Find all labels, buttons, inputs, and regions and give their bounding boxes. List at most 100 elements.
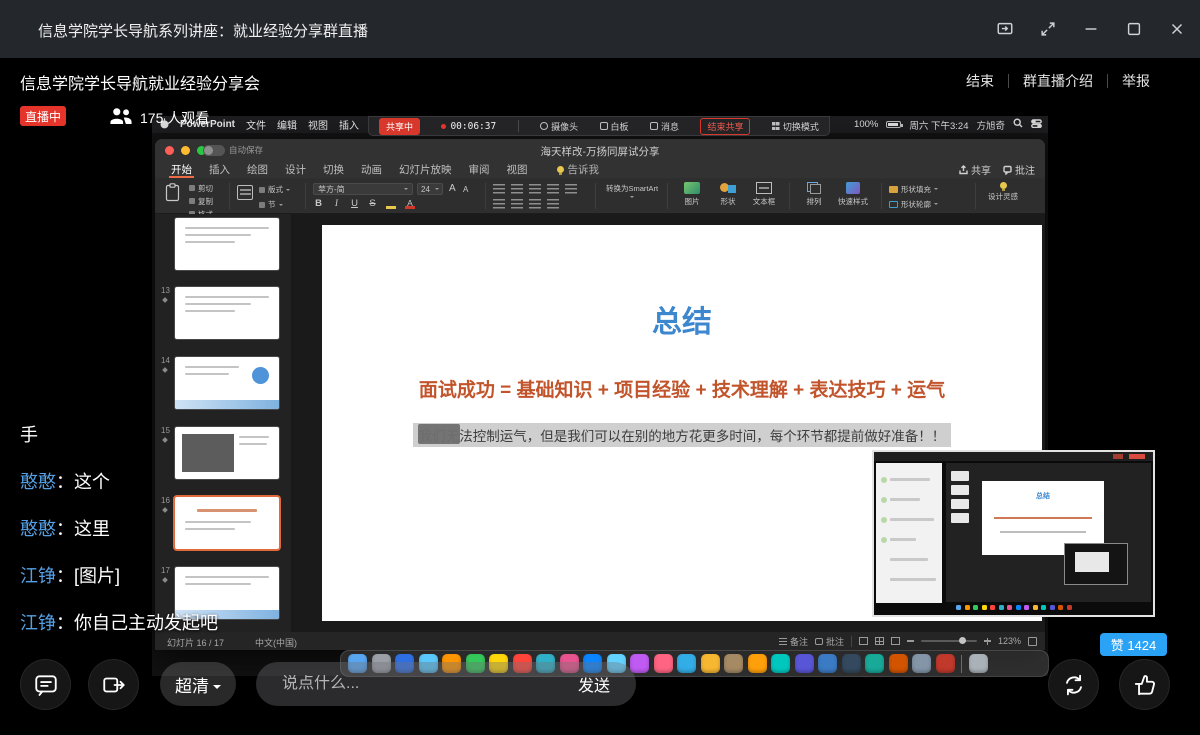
underline-button[interactable]: U — [349, 198, 360, 209]
language-indicator[interactable]: 中文(中国) — [255, 636, 297, 649]
menu-item-view[interactable]: 视图 — [308, 117, 328, 132]
cut-button[interactable]: 剪切 — [189, 183, 213, 194]
highlight-color-button[interactable] — [385, 198, 397, 209]
dock-app-icon[interactable] — [748, 654, 767, 673]
dock-app-icon[interactable] — [818, 654, 837, 673]
dock-app-icon[interactable] — [936, 654, 955, 673]
tell-me-button[interactable]: 告诉我 — [557, 162, 600, 177]
indent-decrease-icon[interactable] — [529, 184, 541, 194]
minimize-icon[interactable] — [1082, 20, 1100, 38]
maximize-icon[interactable] — [1125, 20, 1143, 38]
convert-smartart-button[interactable]: 转换为SmartArt — [603, 184, 661, 200]
refresh-switch-button[interactable] — [1048, 659, 1099, 710]
tab-animations[interactable]: 动画 — [359, 161, 384, 178]
ppt-share-button[interactable]: 共享 — [959, 162, 991, 177]
tab-view[interactable]: 视图 — [505, 161, 530, 178]
close-window-button[interactable] — [165, 146, 174, 155]
section-button[interactable]: 节 — [259, 199, 290, 210]
tab-transitions[interactable]: 切换 — [321, 161, 346, 178]
font-family-select[interactable]: 苹方-简 — [313, 183, 413, 195]
pip-mode-icon[interactable] — [996, 20, 1014, 38]
stream-intro-button[interactable]: 群直播介绍 — [1023, 71, 1093, 91]
design-ideas-button[interactable]: 设计灵感 — [983, 182, 1023, 202]
dock-app-icon[interactable] — [654, 654, 673, 673]
dock-app-icon[interactable] — [795, 654, 814, 673]
chat-input[interactable] — [256, 675, 578, 693]
insert-shapes-button[interactable]: 形状 — [711, 182, 745, 207]
dock-app-icon[interactable] — [865, 654, 884, 673]
dock-app-icon[interactable] — [630, 654, 649, 673]
insert-textbox-button[interactable]: 文本框 — [747, 182, 781, 207]
slide-thumbnail-12[interactable] — [175, 218, 279, 270]
ppt-comments-button[interactable]: 批注 — [1003, 162, 1035, 177]
dock-app-icon[interactable] — [912, 654, 931, 673]
messages-button[interactable]: 消息 — [650, 120, 679, 133]
align-center-icon[interactable] — [511, 199, 523, 209]
fit-to-window-icon[interactable] — [1028, 637, 1037, 646]
justify-icon[interactable] — [547, 199, 559, 209]
zoom-in-icon[interactable] — [984, 638, 991, 645]
shrink-font-button[interactable]: A — [463, 185, 468, 194]
menu-item-insert[interactable]: 插入 — [339, 117, 359, 132]
menu-item-edit[interactable]: 编辑 — [277, 117, 297, 132]
slide-thumbnail-13[interactable] — [175, 287, 279, 339]
search-icon[interactable] — [1013, 118, 1023, 131]
slide-sorter-view-icon[interactable] — [875, 637, 884, 645]
tab-home[interactable]: 开始 — [169, 161, 194, 178]
whiteboard-button[interactable]: 白板 — [600, 120, 629, 133]
shape-fill-button[interactable]: 形状填充 — [889, 184, 938, 195]
pip-preview[interactable]: 总结 — [872, 450, 1155, 617]
tab-design[interactable]: 设计 — [283, 161, 308, 178]
bullet-list-icon[interactable] — [493, 184, 505, 194]
tab-review[interactable]: 审阅 — [467, 161, 492, 178]
copy-button[interactable]: 复制 — [189, 196, 213, 207]
close-icon[interactable] — [1168, 20, 1186, 38]
paste-button[interactable] — [165, 183, 180, 204]
dock-app-icon[interactable] — [701, 654, 720, 673]
numbered-list-icon[interactable] — [511, 184, 523, 194]
report-button[interactable]: 举报 — [1122, 71, 1150, 91]
indent-increase-icon[interactable] — [547, 184, 559, 194]
comments-toggle[interactable]: 批注 — [815, 635, 844, 648]
new-slide-button[interactable] — [237, 185, 253, 200]
fullscreen-icon[interactable] — [1039, 20, 1057, 38]
dock-app-icon[interactable] — [889, 654, 908, 673]
font-size-select[interactable]: 24 — [417, 183, 443, 195]
zoom-slider[interactable] — [921, 640, 977, 642]
minimize-window-button[interactable] — [181, 146, 190, 155]
italic-button[interactable]: I — [331, 199, 342, 209]
tab-draw[interactable]: 绘图 — [245, 161, 270, 178]
dock-app-icon[interactable] — [771, 654, 790, 673]
like-button[interactable] — [1119, 659, 1170, 710]
autosave-toggle[interactable] — [203, 145, 225, 156]
line-spacing-icon[interactable] — [565, 184, 577, 194]
arrange-button[interactable]: 排列 — [797, 182, 831, 207]
shape-outline-button[interactable]: 形状轮廓 — [889, 199, 938, 210]
menu-item-file[interactable]: 文件 — [246, 117, 266, 132]
notes-toggle[interactable]: 备注 — [779, 635, 808, 648]
normal-view-icon[interactable] — [859, 637, 868, 645]
send-button[interactable]: 发送 — [578, 672, 636, 696]
comment-panel-button[interactable] — [20, 659, 71, 710]
quality-selector[interactable]: 超清 — [160, 662, 236, 706]
strikethrough-button[interactable]: S — [367, 198, 378, 209]
tab-insert[interactable]: 插入 — [207, 161, 232, 178]
stop-sharing-button[interactable]: 结束共享 — [700, 118, 750, 135]
switch-mode-button[interactable]: 切换模式 — [772, 120, 819, 133]
grow-font-button[interactable]: A — [449, 183, 456, 194]
insert-picture-button[interactable]: 图片 — [675, 182, 709, 207]
align-left-icon[interactable] — [493, 199, 505, 209]
layout-button[interactable]: 版式 — [259, 184, 290, 195]
bold-button[interactable]: B — [313, 198, 324, 209]
control-center-icon[interactable] — [1031, 119, 1042, 131]
camera-button[interactable]: 摄像头 — [540, 120, 578, 133]
dock-trash-icon[interactable] — [969, 654, 988, 673]
quick-styles-button[interactable]: 快速样式 — [833, 182, 873, 207]
dock-app-icon[interactable] — [724, 654, 743, 673]
align-right-icon[interactable] — [529, 199, 541, 209]
font-color-button[interactable]: A — [404, 198, 416, 209]
end-stream-button[interactable]: 结束 — [966, 71, 994, 91]
slideshow-view-icon[interactable] — [891, 637, 900, 645]
dock-app-icon[interactable] — [677, 654, 696, 673]
dock-app-icon[interactable] — [842, 654, 861, 673]
